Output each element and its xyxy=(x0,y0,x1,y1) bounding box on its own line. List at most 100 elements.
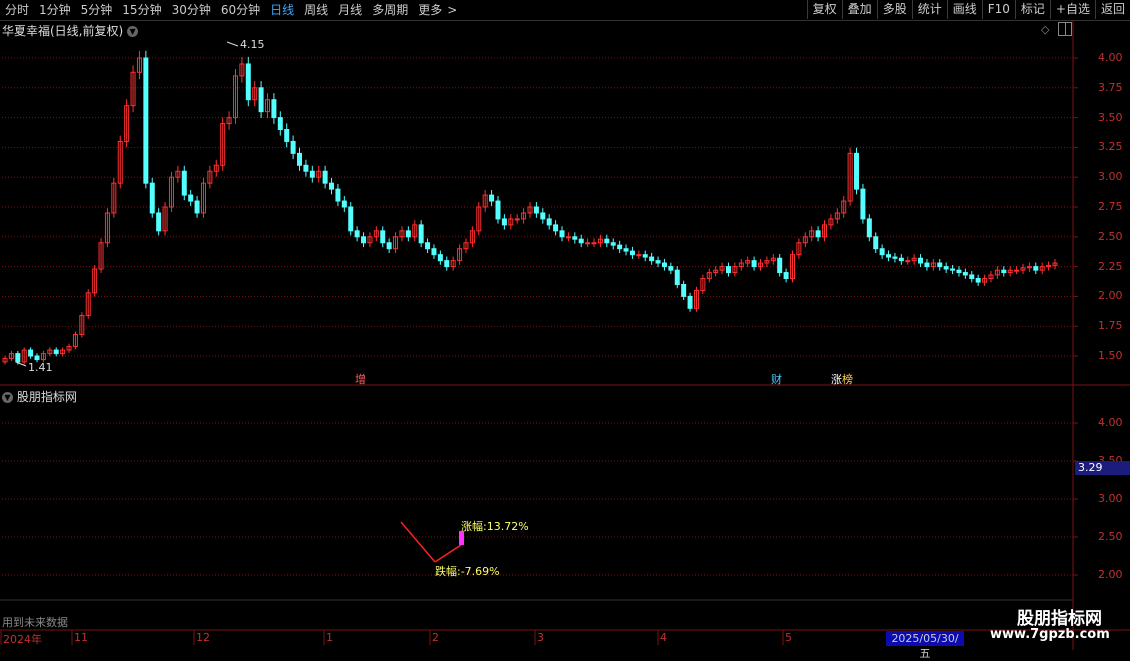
candle xyxy=(284,129,290,142)
candle xyxy=(559,230,565,238)
candle xyxy=(642,254,648,258)
candle xyxy=(194,200,200,214)
candle xyxy=(329,182,335,190)
candle xyxy=(617,244,623,250)
time-axis-label: 12 xyxy=(196,631,210,644)
watermark-url: www.7gpzb.com xyxy=(990,627,1110,642)
candle xyxy=(425,242,431,250)
candle xyxy=(540,212,546,220)
price-tick-label: 2.00 xyxy=(1098,289,1123,303)
candle xyxy=(918,257,924,264)
candle xyxy=(975,278,981,283)
candle xyxy=(553,224,559,232)
candle xyxy=(687,295,693,309)
candle xyxy=(495,200,501,220)
time-axis-label: 5 xyxy=(785,631,792,644)
candle xyxy=(297,152,303,166)
candle xyxy=(572,236,578,240)
candle xyxy=(962,272,968,276)
candle xyxy=(898,257,904,262)
candle xyxy=(892,256,898,259)
candle xyxy=(815,230,821,238)
candle xyxy=(348,206,354,232)
candle xyxy=(879,248,885,256)
current-value-badge: 3.29 xyxy=(1075,461,1130,475)
candle xyxy=(950,268,956,271)
candle xyxy=(591,242,597,245)
candle xyxy=(873,236,879,250)
high-pointer xyxy=(226,41,239,47)
candle xyxy=(1033,266,1039,271)
candle xyxy=(546,218,552,226)
marker-finance[interactable]: 财 xyxy=(771,371,782,387)
price-tick-label: 1.75 xyxy=(1098,319,1123,333)
candle xyxy=(681,283,687,297)
candle xyxy=(405,230,411,238)
candle xyxy=(258,87,264,113)
candle xyxy=(309,170,315,178)
candle xyxy=(501,218,507,226)
time-axis-label: 4 xyxy=(660,631,667,644)
time-axis-label: 1 xyxy=(326,631,333,644)
candle xyxy=(578,238,584,244)
candle xyxy=(956,269,962,274)
indicator-tick-label: 4.00 xyxy=(1098,416,1123,429)
chevron-down-icon[interactable]: ▼ xyxy=(2,392,13,403)
time-axis-label: 3 xyxy=(537,631,544,644)
candle xyxy=(386,242,392,250)
candle xyxy=(636,254,642,257)
candle xyxy=(674,269,680,285)
candle xyxy=(565,236,571,239)
indicator-tick-label: 2.00 xyxy=(1098,568,1123,581)
candle xyxy=(418,224,424,244)
candle xyxy=(905,260,911,263)
time-axis-label: 11 xyxy=(74,631,88,644)
candle xyxy=(271,99,277,119)
candle xyxy=(629,250,635,256)
price-tick-label: 3.00 xyxy=(1098,170,1123,184)
candle xyxy=(969,274,975,280)
candle xyxy=(489,194,495,202)
price-tick-label: 3.25 xyxy=(1098,140,1123,154)
candle xyxy=(15,353,21,363)
candle xyxy=(943,266,949,270)
marker-rise-list[interactable]: 涨榜 xyxy=(831,371,853,387)
candle xyxy=(886,254,892,258)
candle xyxy=(188,194,194,202)
candle xyxy=(783,272,789,280)
candle xyxy=(725,266,731,274)
price-tick-label: 4.00 xyxy=(1098,51,1123,64)
footer-note: 用到未来数据 xyxy=(2,616,68,629)
candle xyxy=(514,218,520,221)
candle xyxy=(156,212,162,232)
candle xyxy=(444,260,450,268)
price-tick-label: 2.75 xyxy=(1098,200,1123,213)
current-date-label: 2025/05/30/五 xyxy=(886,631,964,660)
price-tick-label: 3.50 xyxy=(1098,110,1123,124)
time-axis-label: 2024年 xyxy=(3,633,42,646)
candle xyxy=(610,242,616,246)
time-axis-label: 2 xyxy=(432,631,439,644)
indicator-tick-label: 2.50 xyxy=(1098,530,1123,543)
candle xyxy=(585,242,591,245)
low-price-label: 1.41 xyxy=(28,361,53,374)
indicator-rise-line xyxy=(434,544,462,563)
chart-canvas xyxy=(0,20,1130,650)
candle xyxy=(34,355,40,361)
candle xyxy=(649,256,655,262)
candle xyxy=(53,349,59,355)
candle xyxy=(661,262,667,268)
candle xyxy=(143,57,149,184)
marker-increase[interactable]: 增 xyxy=(355,371,366,387)
price-tick-label: 2.50 xyxy=(1098,229,1123,243)
candle xyxy=(354,230,360,238)
candle xyxy=(181,170,187,196)
candle xyxy=(149,182,155,214)
candle xyxy=(1001,269,1007,274)
price-tick-label: 1.50 xyxy=(1098,349,1123,362)
candle xyxy=(655,260,661,264)
candle xyxy=(668,266,674,271)
candle xyxy=(303,164,309,172)
candle xyxy=(245,63,251,101)
candle xyxy=(335,188,341,202)
